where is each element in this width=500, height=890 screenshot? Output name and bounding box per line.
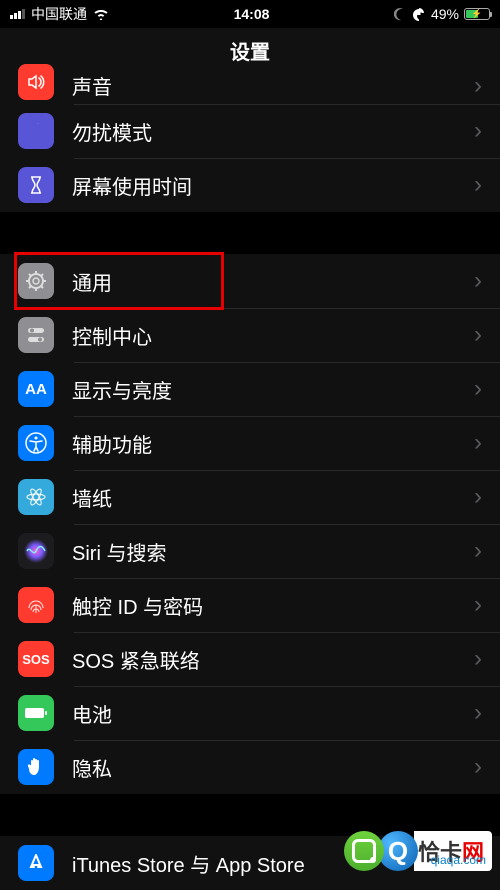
battery-percent: 49% [431, 6, 459, 22]
signal-icon [10, 9, 25, 19]
appstore-icon [18, 845, 54, 881]
row-label: 声音 [72, 71, 474, 100]
watermark: Q 恰卡网 qiaqa.com [344, 831, 492, 871]
row-touchid[interactable]: 触控 ID 与密码 › [0, 578, 500, 632]
chevron-right-icon: › [474, 429, 482, 457]
chevron-right-icon: › [474, 699, 482, 727]
row-label: 显示与亮度 [72, 375, 474, 404]
status-bar: 中国联通 14:08 49% ⚡ [0, 0, 500, 28]
gear-icon [18, 263, 54, 299]
chevron-right-icon: › [474, 117, 482, 145]
toggles-icon [18, 317, 54, 353]
row-label: 辅助功能 [72, 429, 474, 458]
row-dnd[interactable]: 勿扰模式 › [0, 104, 500, 158]
row-label: 通用 [72, 267, 474, 296]
battery-full-icon [18, 695, 54, 731]
chevron-right-icon: › [474, 537, 482, 565]
row-wallpaper[interactable]: 墙纸 › [0, 470, 500, 524]
hourglass-icon [18, 167, 54, 203]
row-label: 墙纸 [72, 483, 474, 512]
settings-group-2: 通用 › 控制中心 › AA 显示与亮度 › 辅助功能 › 墙纸 › Siri … [0, 254, 500, 794]
chevron-right-icon: › [474, 591, 482, 619]
accessibility-icon [18, 425, 54, 461]
row-sos[interactable]: SOS SOS 紧急联络 › [0, 632, 500, 686]
watermark-url: qiaqa.com [431, 853, 486, 867]
settings-group-1: 声音 › 勿扰模式 › 屏幕使用时间 › [0, 72, 500, 212]
moon-icon [18, 113, 54, 149]
wifi-icon [93, 8, 109, 20]
chevron-right-icon: › [474, 267, 482, 295]
row-screentime[interactable]: 屏幕使用时间 › [0, 158, 500, 212]
row-general[interactable]: 通用 › [0, 254, 500, 308]
page-title: 设置 [0, 28, 500, 72]
sos-icon: SOS [18, 641, 54, 677]
chevron-right-icon: › [474, 753, 482, 781]
row-display[interactable]: AA 显示与亮度 › [0, 362, 500, 416]
fingerprint-icon [18, 587, 54, 623]
status-right: 49% ⚡ [394, 6, 490, 22]
status-time: 14:08 [234, 6, 270, 22]
sound-icon [18, 64, 54, 100]
row-label: 电池 [72, 699, 474, 728]
row-sound[interactable]: 声音 › [0, 72, 500, 104]
chevron-right-icon: › [474, 321, 482, 349]
watermark-logo-blue: Q [378, 831, 418, 871]
row-label: SOS 紧急联络 [72, 645, 474, 674]
orientation-lock-icon [412, 7, 426, 21]
siri-icon [18, 533, 54, 569]
row-control-center[interactable]: 控制中心 › [0, 308, 500, 362]
chevron-right-icon: › [474, 171, 482, 199]
carrier-label: 中国联通 [31, 4, 87, 24]
dnd-moon-icon [394, 8, 407, 21]
row-siri[interactable]: Siri 与搜索 › [0, 524, 500, 578]
hand-icon [18, 749, 54, 785]
chevron-right-icon: › [474, 72, 482, 100]
chevron-right-icon: › [474, 375, 482, 403]
row-accessibility[interactable]: 辅助功能 › [0, 416, 500, 470]
chevron-right-icon: › [474, 645, 482, 673]
chevron-right-icon: › [474, 483, 482, 511]
row-privacy[interactable]: 隐私 › [0, 740, 500, 794]
row-label: 控制中心 [72, 321, 474, 350]
status-left: 中国联通 [10, 4, 109, 24]
flower-icon [18, 479, 54, 515]
row-label: Siri 与搜索 [72, 537, 474, 566]
battery-icon: ⚡ [464, 8, 490, 20]
row-label: 勿扰模式 [72, 117, 474, 146]
row-label: 隐私 [72, 753, 474, 782]
row-battery[interactable]: 电池 › [0, 686, 500, 740]
watermark-logo-green [344, 831, 384, 871]
row-label: 触控 ID 与密码 [72, 591, 474, 620]
row-label: 屏幕使用时间 [72, 171, 474, 200]
text-size-icon: AA [18, 371, 54, 407]
